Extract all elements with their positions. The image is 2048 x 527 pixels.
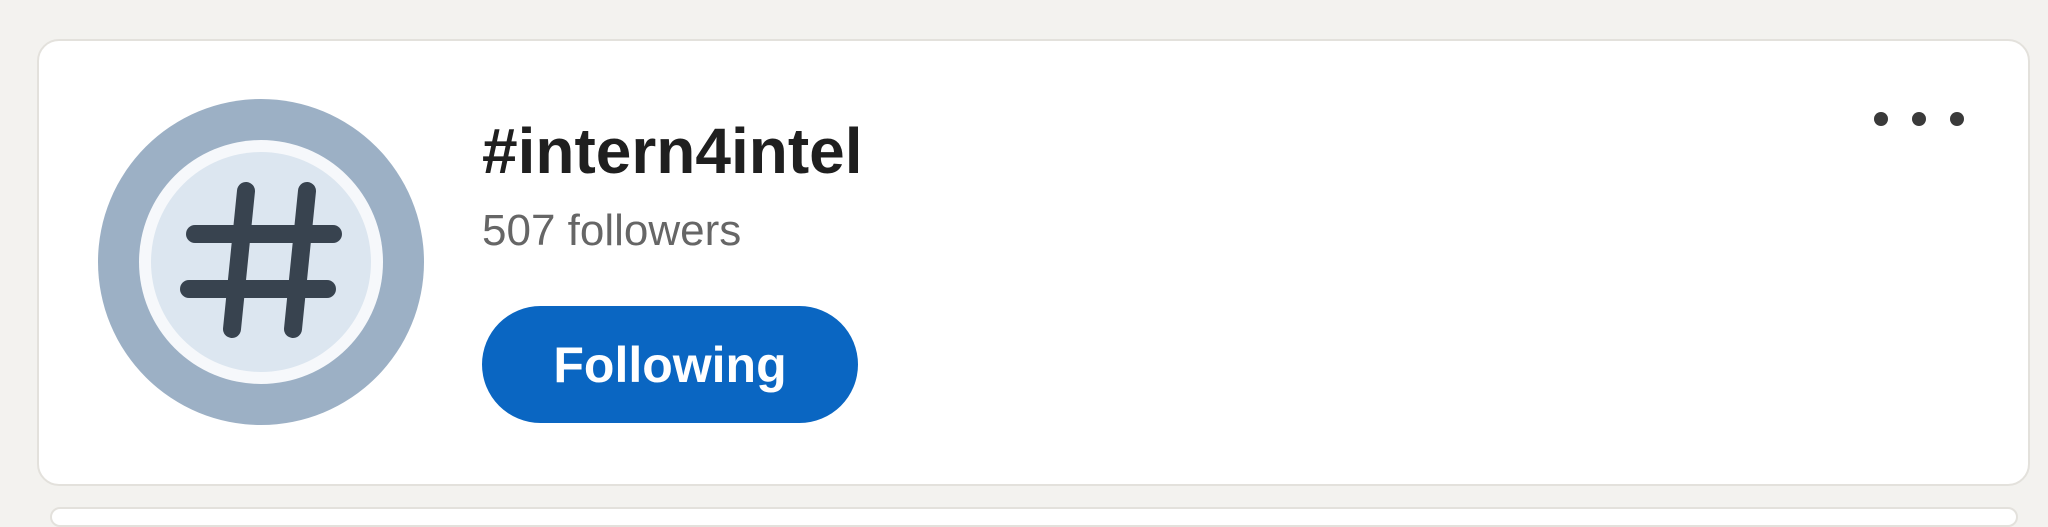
more-options-button[interactable]: [1874, 99, 1964, 139]
follower-count: 507 followers: [482, 206, 742, 255]
hashtag-info: #intern4intel 507 followers: [482, 111, 863, 259]
hashtag-title[interactable]: #intern4intel: [482, 111, 863, 191]
hashtag-card: #intern4intel 507 followers Following: [37, 39, 2030, 486]
ellipsis-icon: [1912, 112, 1926, 126]
next-card-edge: [50, 507, 2018, 527]
ellipsis-icon: [1874, 112, 1888, 126]
following-button[interactable]: Following: [482, 306, 858, 423]
hashtag-icon: [98, 99, 424, 425]
ellipsis-icon: [1950, 112, 1964, 126]
hashtag-avatar[interactable]: [98, 99, 424, 425]
